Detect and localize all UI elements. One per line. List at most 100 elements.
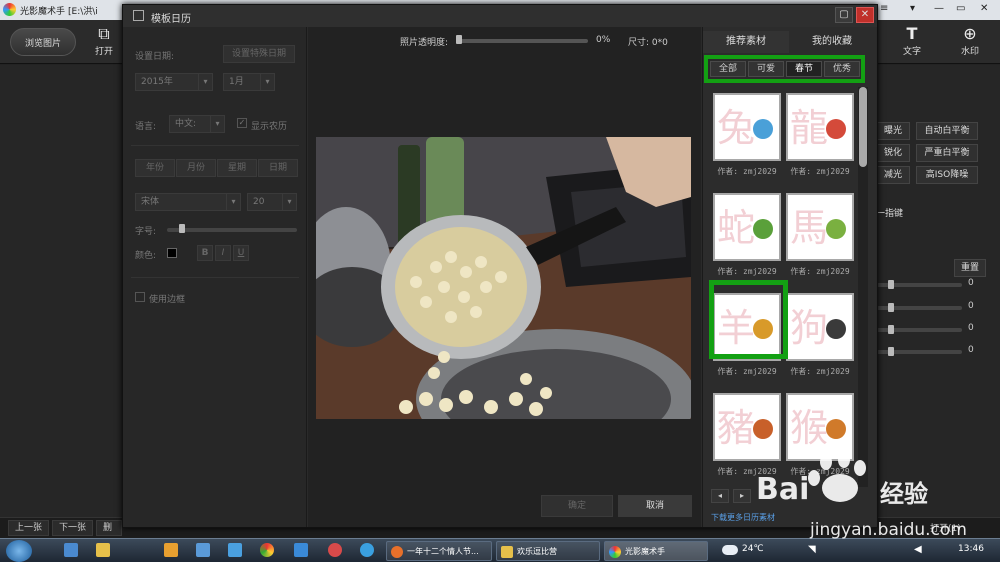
taskbar-app-window[interactable]: 光影魔术手 (604, 541, 708, 561)
delete-image-button[interactable]: 删除 (96, 520, 122, 536)
next-image-button[interactable]: 下一张 (52, 520, 94, 536)
font-size-select[interactable]: 20 ▾ (247, 193, 297, 211)
reduce-light-button[interactable]: 减光 (876, 166, 910, 184)
mode-month-button[interactable]: 月份 (176, 159, 216, 177)
prev-image-button[interactable]: 上一张 (8, 520, 50, 536)
app-restore-button[interactable]: — (934, 3, 944, 14)
use-border-checkbox[interactable] (135, 292, 145, 302)
ok-button[interactable]: 确定 (541, 495, 613, 517)
zodiac-art-icon (826, 219, 846, 239)
sharpen-button[interactable]: 锐化 (876, 144, 910, 162)
category-spring-festival[interactable]: 春节 (786, 61, 822, 77)
mode-week-button[interactable]: 星期 (217, 159, 257, 177)
category-cute[interactable]: 可爱 (748, 61, 784, 77)
page-next-button[interactable]: ▸ (733, 489, 751, 503)
reset-button[interactable]: 重置 (954, 259, 986, 277)
open-icon: ⧉ (98, 24, 110, 43)
category-all[interactable]: 全部 (710, 61, 746, 77)
auto-white-balance-button[interactable]: 自动白平衡 (916, 122, 978, 140)
opacity-slider[interactable] (456, 39, 588, 43)
app-icon-4[interactable] (328, 543, 342, 557)
font-select[interactable]: 宋体 ▾ (135, 193, 241, 211)
show-lunar-label: 显示农历 (251, 122, 288, 132)
year-select[interactable]: 2015年 ▾ (135, 73, 213, 91)
cancel-button[interactable]: 取消 (618, 495, 692, 517)
spacing-slider-thumb[interactable] (179, 224, 185, 233)
month-select[interactable]: 1月 ▾ (223, 73, 275, 91)
severe-white-balance-button[interactable]: 严重白平衡 (916, 144, 978, 162)
watermark-tool-button[interactable]: ⊕ 水印 (950, 24, 990, 60)
calendar-template-thumbnail[interactable]: 蛇 (713, 193, 781, 261)
app-icon-2[interactable] (196, 543, 210, 557)
app-icon-3[interactable] (294, 543, 308, 557)
high-iso-denoise-button[interactable]: 高ISO降噪 (916, 166, 978, 184)
calendar-settings-panel: 设置日期: 设置特殊日期 2015年 ▾ 1月 ▾ 语言: 中文: ▾ ✓ 显示… (123, 27, 307, 527)
calendar-template-thumbnail[interactable]: 兔 (713, 93, 781, 161)
scrollbar-thumb[interactable] (859, 87, 867, 167)
thumbnail-scrollbar[interactable] (858, 87, 868, 487)
zodiac-character: 馬 (790, 206, 829, 250)
media-player-icon[interactable] (360, 543, 374, 557)
adjust-slider-1-thumb[interactable] (888, 280, 894, 289)
selected-thumbnail-highlight (709, 280, 788, 359)
text-tool-button[interactable]: T 文字 (892, 24, 932, 60)
dialog-titlebar: 模板日历 ▢ ✕ (123, 5, 877, 27)
one-click-label[interactable]: 一指键 (876, 206, 903, 219)
tab-recommended[interactable]: 推荐素材 (703, 31, 789, 53)
open-label: 打开 (94, 47, 113, 57)
taskbar-folder-window[interactable]: 欢乐逗比营 (496, 541, 600, 561)
opacity-slider-thumb[interactable] (456, 35, 462, 44)
desktop-icon[interactable] (64, 543, 78, 557)
zodiac-character: 豬 (717, 406, 756, 450)
dialog-maximize-button[interactable]: ▢ (835, 7, 853, 23)
app-close-button[interactable]: ✕ (980, 3, 988, 14)
zodiac-art-icon (753, 219, 773, 239)
thumbnail-author: 作者: zmj2029 (717, 367, 777, 376)
font-value: 宋体 (141, 197, 160, 207)
app-max-button[interactable]: ▭ (956, 3, 965, 14)
browse-images-button[interactable]: 浏览图片 (10, 28, 76, 56)
search-icon[interactable] (228, 543, 242, 557)
mode-year-button[interactable]: 年份 (135, 159, 175, 177)
clock[interactable]: 13:46 (958, 544, 984, 554)
adjust-slider-4-thumb[interactable] (888, 347, 894, 356)
adjust-slider-4-value: 0 (968, 345, 974, 355)
spacing-slider[interactable] (167, 228, 297, 232)
zodiac-character: 龍 (790, 106, 829, 150)
underline-button[interactable]: U (233, 245, 249, 261)
taskbar-firefox-window[interactable]: 一年十二个情人节... (386, 541, 492, 561)
bold-button[interactable]: B (197, 245, 213, 261)
calendar-template-thumbnail[interactable]: 馬 (786, 193, 854, 261)
language-select[interactable]: 中文: ▾ (169, 115, 225, 133)
tab-favorites[interactable]: 我的收藏 (789, 31, 875, 53)
italic-button[interactable]: I (215, 245, 231, 261)
mode-day-button[interactable]: 日期 (258, 159, 298, 177)
explorer-icon[interactable] (96, 543, 110, 557)
calendar-template-thumbnail[interactable]: 豬 (713, 393, 781, 461)
open-button[interactable]: ⧉ 打开 (84, 24, 124, 60)
adjust-slider-2-thumb[interactable] (888, 303, 894, 312)
color-swatch[interactable] (167, 248, 177, 258)
start-button[interactable] (6, 540, 32, 562)
text-tool-label: 文字 (902, 47, 921, 57)
download-more-link[interactable]: 下载更多日历素材 (711, 512, 775, 523)
calendar-template-thumbnail[interactable]: 龍 (786, 93, 854, 161)
calendar-template-thumbnail[interactable]: 猴 (786, 393, 854, 461)
taskbar-item-label: 一年十二个情人节... (407, 547, 479, 556)
page-prev-button[interactable]: ◂ (711, 489, 729, 503)
calendar-template-thumbnail[interactable]: 狗 (786, 293, 854, 361)
app-menu-icon[interactable]: ≡ (880, 3, 888, 14)
exposure-button[interactable]: 曝光 (876, 122, 910, 140)
category-excellent[interactable]: 优秀 (824, 61, 860, 77)
adjust-slider-3-thumb[interactable] (888, 325, 894, 334)
chrome-icon[interactable] (260, 543, 274, 557)
show-lunar-checkbox[interactable]: ✓ (237, 118, 247, 128)
app-icon-1[interactable] (164, 543, 178, 557)
app-min-button[interactable]: ▾ (910, 3, 915, 14)
dialog-close-button[interactable]: ✕ (856, 7, 874, 23)
special-date-button[interactable]: 设置特殊日期 (223, 45, 295, 63)
thumbnail-author: 作者: zmj2029 (790, 467, 850, 476)
volume-icon[interactable]: ◀ (914, 544, 922, 555)
template-calendar-dialog: 模板日历 ▢ ✕ 设置日期: 设置特殊日期 2015年 ▾ 1月 ▾ 语言: 中… (122, 4, 878, 528)
network-icon[interactable]: ◥ (808, 544, 816, 555)
